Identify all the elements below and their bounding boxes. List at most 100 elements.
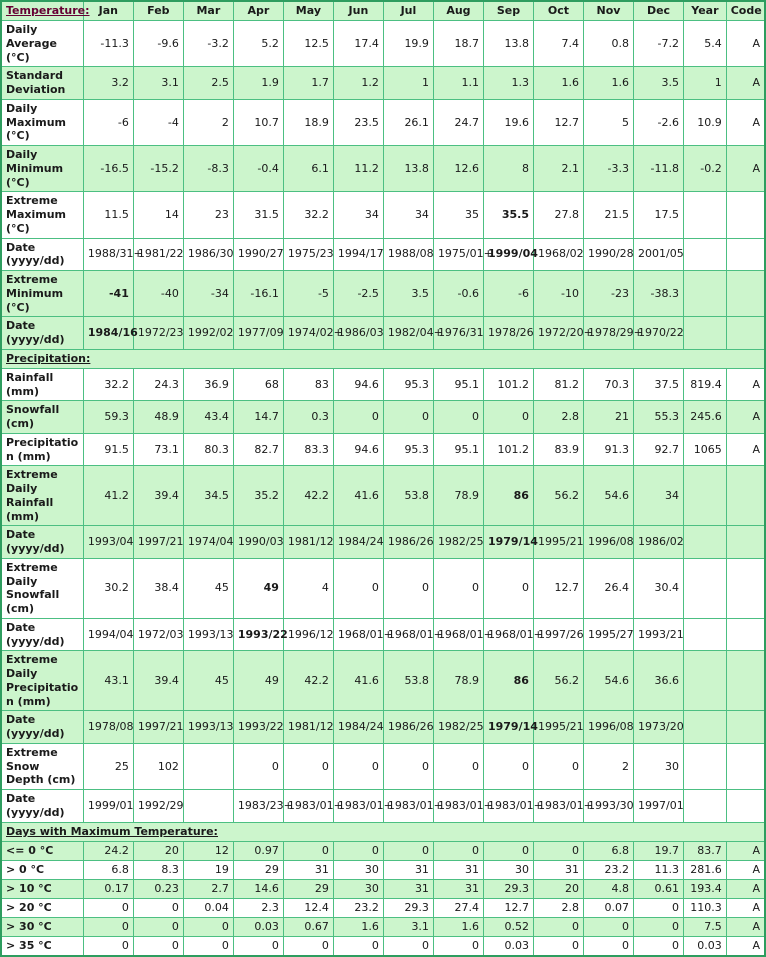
- cell-feb: 0: [132, 916, 184, 937]
- row-label: > 10 °C: [0, 878, 84, 899]
- table-row: > 30 °C 0 0 0 0.03 0.67 1.6 3.1 1.6 0.52 0 0 0 7.5 A: [0, 916, 766, 937]
- cell-nov: 1990/28: [582, 237, 635, 271]
- cell-code: A: [725, 859, 766, 880]
- cell-apr: 35.2: [232, 465, 284, 527]
- cell-nov: -3.3: [582, 144, 635, 193]
- cell-dec: 30.4: [632, 557, 685, 619]
- cell-may: 31: [282, 859, 334, 880]
- cell-code: A: [725, 144, 766, 193]
- cell-oct: 12.7: [532, 557, 584, 619]
- cell-mar: 0: [182, 916, 234, 937]
- cell-dec: 1997/01: [632, 789, 685, 823]
- cell-code: [725, 237, 766, 271]
- cell-apr: 68: [232, 367, 284, 402]
- cell-apr: 82.7: [232, 432, 284, 467]
- cell-jun: 0: [332, 400, 384, 434]
- cell-nov: 23.2: [582, 859, 635, 880]
- section-divider: Days with Maximum Temperature:: [0, 821, 766, 842]
- cell-aug: 1983/01+: [432, 789, 493, 823]
- row-label: <= 0 °C: [0, 840, 84, 861]
- cell-code: A: [725, 897, 766, 918]
- cell-apr: 49: [232, 557, 284, 619]
- cell-jan: 41.2: [82, 465, 134, 527]
- cell-code: A: [725, 878, 766, 899]
- cell-code: A: [725, 935, 766, 956]
- cell-jan: 0: [82, 935, 134, 956]
- cell-dec: 1993/21: [632, 617, 685, 652]
- cell-jan: 91.5: [82, 432, 134, 467]
- cell-sep: 13.8: [482, 19, 534, 68]
- cell-jul: 0: [382, 935, 434, 956]
- cell-year: [683, 269, 727, 318]
- cell-year: [683, 789, 727, 823]
- cell-nov: 54.6: [582, 465, 635, 527]
- row-label: Extreme Daily Snowfall (cm): [0, 557, 84, 619]
- cell-jul: 95.3: [382, 432, 434, 467]
- cell-mar: 45: [182, 557, 234, 619]
- cell-jul: 29.3: [382, 897, 434, 918]
- cell-sep: 86: [482, 650, 534, 712]
- cell-jul: 53.8: [382, 650, 434, 712]
- cell-aug: 35: [432, 191, 484, 239]
- cell-may: 0.67: [282, 916, 334, 937]
- cell-aug: 24.7: [432, 98, 484, 147]
- cell-jan: -41: [82, 269, 134, 318]
- cell-nov: 26.4: [582, 557, 635, 619]
- cell-jan: 0: [82, 897, 134, 918]
- cell-jan: 43.1: [82, 650, 134, 712]
- cell-jul: 31: [382, 878, 434, 899]
- cell-apr: 29: [232, 859, 284, 880]
- cell-dec: 19.7: [632, 840, 685, 861]
- table-row: > 10 °C 0.17 0.23 2.7 14.6 29 30 31 31 29.3 20 4.8 0…: [0, 878, 766, 899]
- cell-mar: [182, 789, 234, 823]
- cell-jun: 0: [332, 935, 384, 956]
- cell-mar: 45: [182, 650, 234, 712]
- cell-may: 83.3: [282, 432, 334, 467]
- cell-year: 7.5: [683, 916, 727, 937]
- cell-apr: -0.4: [232, 144, 284, 193]
- column-header-code: Code: [725, 0, 766, 21]
- cell-jan: 0: [82, 916, 134, 937]
- cell-dec: -38.3: [632, 269, 685, 318]
- cell-code: [725, 269, 766, 318]
- cell-sep: 1983/01+: [482, 789, 543, 823]
- cell-year: [683, 237, 727, 271]
- cell-year: 0.03: [683, 935, 727, 956]
- cell-dec: -11.8: [632, 144, 685, 193]
- section-title: Days with Maximum Temperature:: [0, 821, 766, 842]
- cell-dec: 0: [632, 916, 685, 937]
- cell-sep: 0: [482, 742, 534, 791]
- cell-jun: 1984/24: [332, 710, 384, 744]
- cell-jul: 26.1: [382, 98, 434, 147]
- cell-mar: 43.4: [182, 400, 234, 434]
- cell-nov: 1993/30: [582, 789, 635, 823]
- cell-jul: 3.1: [382, 916, 434, 937]
- cell-may: 29: [282, 878, 334, 899]
- row-label: Date (yyyy/dd): [0, 237, 84, 271]
- column-header-sep: Sep: [482, 0, 534, 21]
- cell-feb: -9.6: [132, 19, 184, 68]
- cell-mar: 36.9: [182, 367, 234, 402]
- column-header-jul: Jul: [382, 0, 434, 21]
- cell-jul: 1986/26: [382, 525, 434, 559]
- cell-oct: 20: [532, 878, 584, 899]
- cell-aug: 0: [432, 742, 484, 791]
- cell-sep: 1999/04: [482, 237, 538, 271]
- cell-oct: 83.9: [532, 432, 584, 467]
- row-label: Rainfall (mm): [0, 367, 84, 402]
- cell-feb: 1997/21: [132, 710, 184, 744]
- row-label: Precipitation (mm): [0, 432, 84, 467]
- cell-dec: 1973/20: [632, 710, 685, 744]
- table-row: Date (yyyy/dd) 1988/31+ 1981/22 1986/30 1990…: [0, 237, 766, 271]
- cell-jan: 1999/01: [82, 789, 134, 823]
- cell-feb: 1997/21: [132, 525, 184, 559]
- cell-feb: 0: [132, 935, 184, 956]
- cell-jul: 19.9: [382, 19, 434, 68]
- cell-oct: 1997/26: [532, 617, 584, 652]
- cell-year: [683, 742, 727, 791]
- cell-sep: 1.3: [482, 66, 534, 100]
- cell-jan: -6: [82, 98, 134, 147]
- cell-aug: 95.1: [432, 367, 484, 402]
- section-divider: Precipitation:: [0, 348, 766, 369]
- column-header-oct: Oct: [532, 0, 584, 21]
